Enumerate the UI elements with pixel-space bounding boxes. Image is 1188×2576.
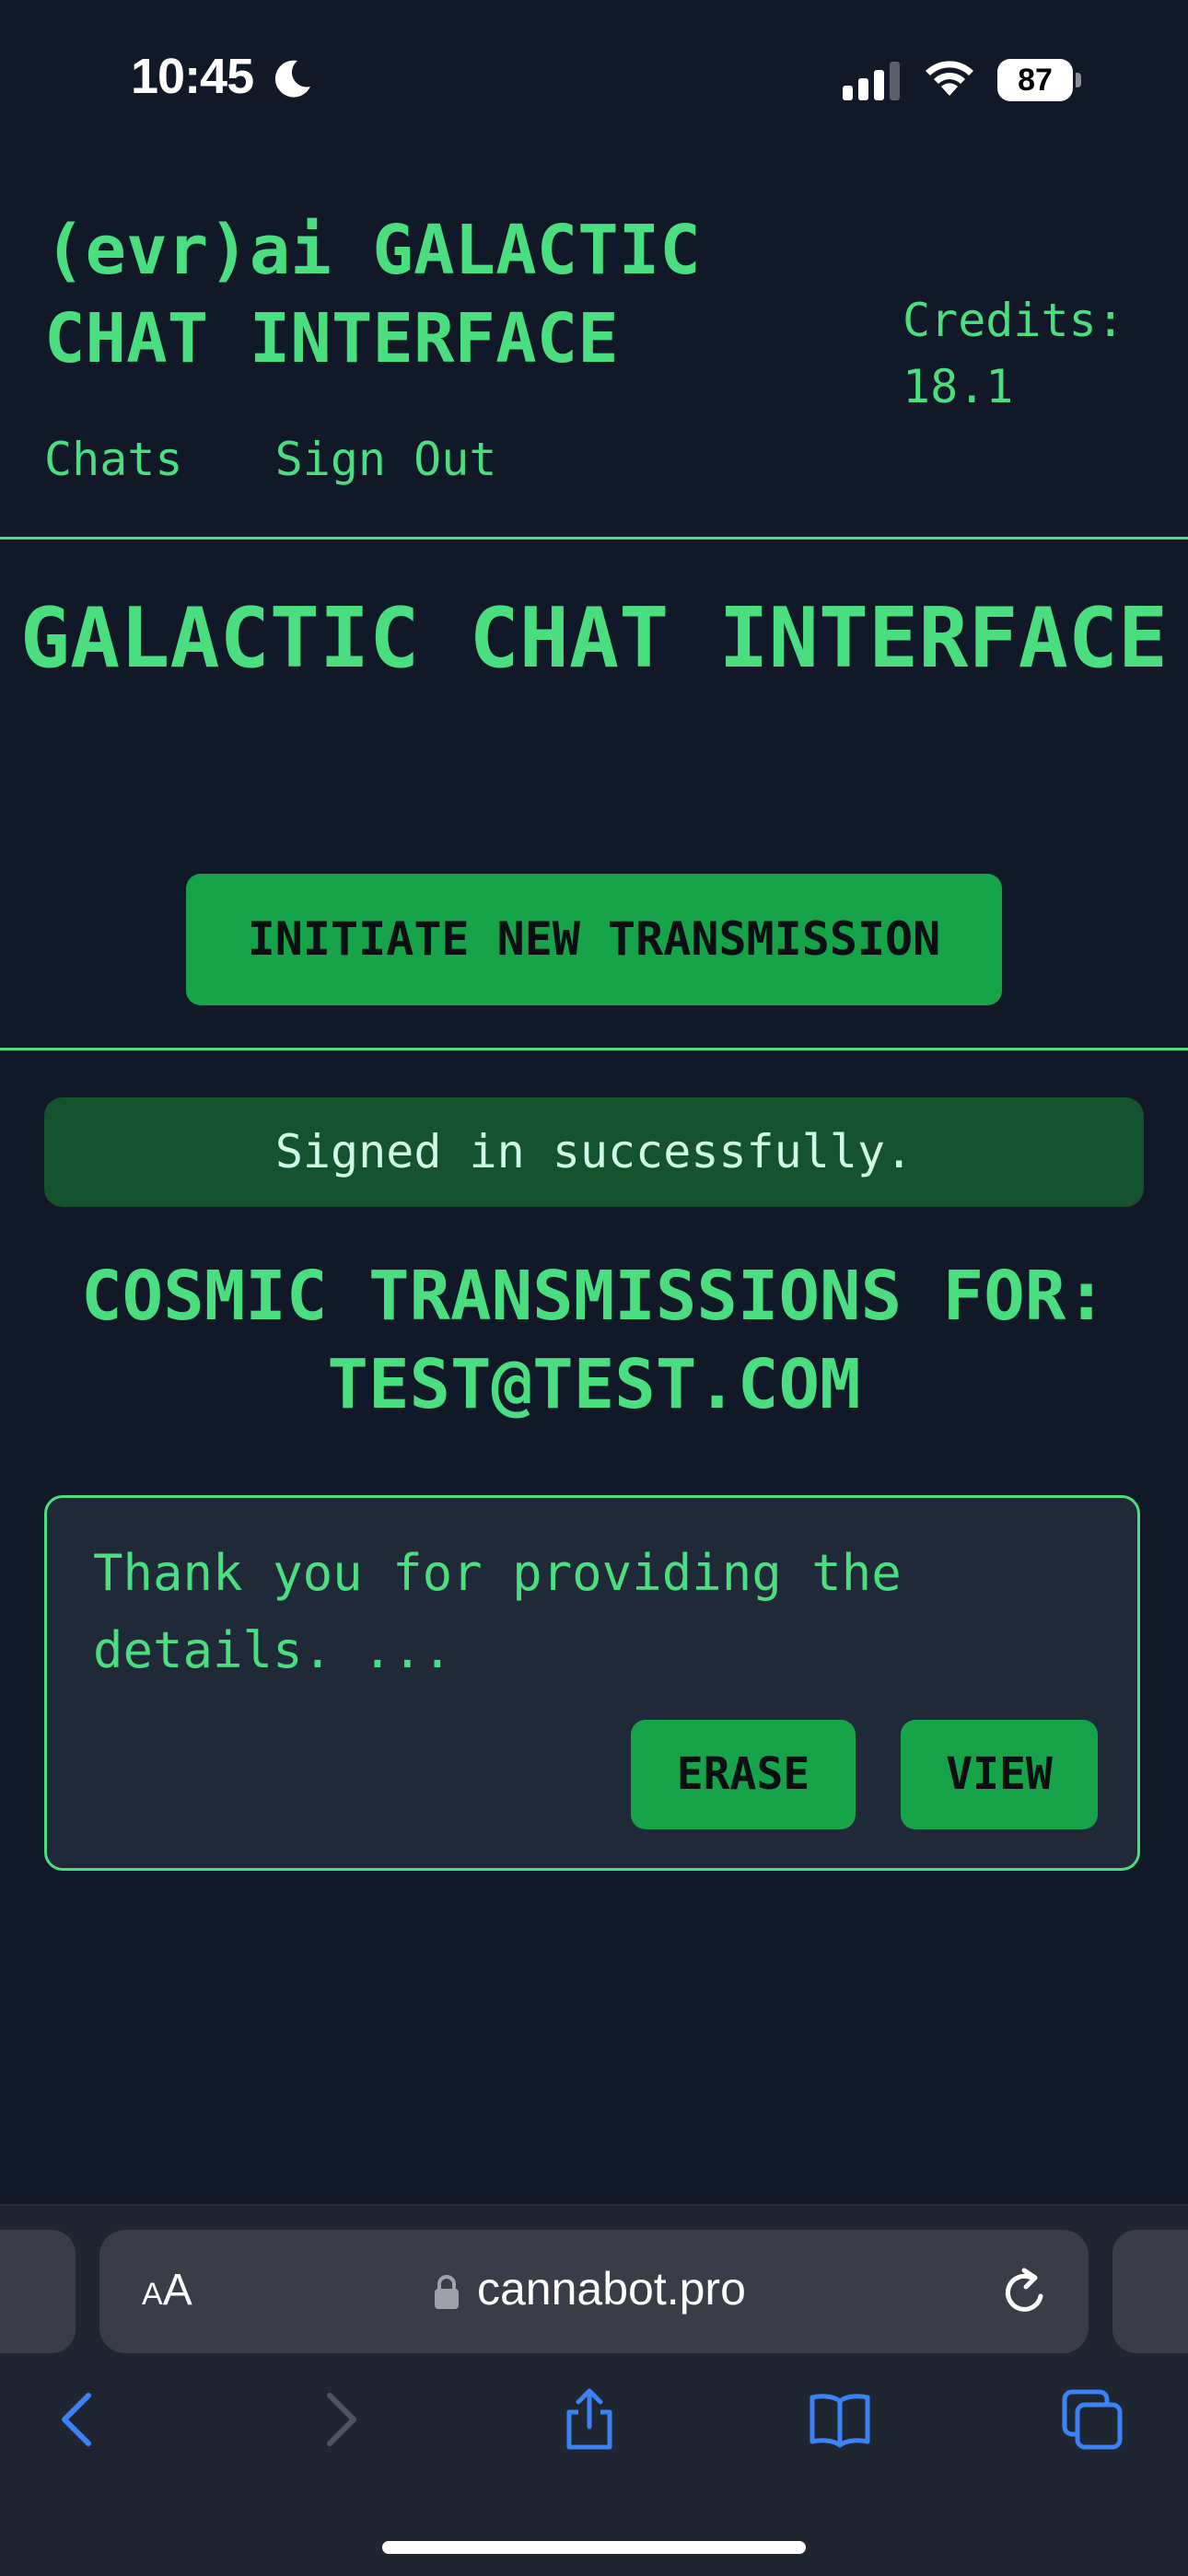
- chat-card: Thank you for providing the details. ...…: [44, 1495, 1140, 1871]
- home-indicator: [382, 2541, 806, 2554]
- flash-notice: Signed in successfully.: [44, 1097, 1144, 1207]
- reload-icon[interactable]: [1000, 2265, 1052, 2318]
- back-icon[interactable]: [48, 2388, 111, 2451]
- section-divider: [0, 1048, 1188, 1050]
- safari-toolbar: AA cannabot.pro: [0, 2204, 1188, 2576]
- nav-chats-link[interactable]: Chats: [44, 433, 183, 486]
- battery-icon: 87: [997, 59, 1082, 101]
- wifi-icon: [926, 61, 973, 96]
- clock: 10:45: [131, 49, 254, 104]
- transmissions-heading: COSMIC TRANSMISSIONS FOR: TEST@TEST.COM: [81, 1257, 1107, 1424]
- cellular-signal-icon: [843, 62, 900, 100]
- lock-icon: [435, 2275, 459, 2309]
- text-size-button[interactable]: AA: [142, 2265, 192, 2315]
- chat-preview-text: Thank you for providing the details. ...: [93, 1544, 902, 1679]
- bookmarks-icon[interactable]: [809, 2388, 871, 2451]
- next-tab-peek[interactable]: [1112, 2230, 1188, 2353]
- url-text: cannabot.pro: [477, 2263, 746, 2315]
- page-title: GALACTIC CHAT INTERFACE: [19, 590, 1169, 687]
- previous-tab-peek[interactable]: [0, 2230, 76, 2353]
- moon-icon: [274, 60, 310, 98]
- battery-level: 87: [997, 59, 1073, 101]
- app-title: (evr)ai GALACTIC CHAT INTERFACE: [44, 211, 701, 378]
- address-bar[interactable]: AA cannabot.pro: [99, 2230, 1089, 2353]
- view-button[interactable]: VIEW: [901, 1720, 1098, 1829]
- top-nav: Chats Sign Out: [44, 433, 561, 486]
- forward-icon[interactable]: [308, 2388, 370, 2451]
- new-transmission-button[interactable]: INITIATE NEW TRANSMISSION: [186, 874, 1002, 1005]
- header-divider: [0, 537, 1188, 540]
- nav-sign-out-link[interactable]: Sign Out: [275, 433, 497, 486]
- status-bar: 10:45 87: [0, 0, 1188, 157]
- tabs-icon[interactable]: [1061, 2388, 1124, 2451]
- share-icon[interactable]: [558, 2388, 621, 2451]
- credits-balance: Credits: 18.1: [903, 294, 1124, 413]
- erase-button[interactable]: ERASE: [631, 1720, 856, 1829]
